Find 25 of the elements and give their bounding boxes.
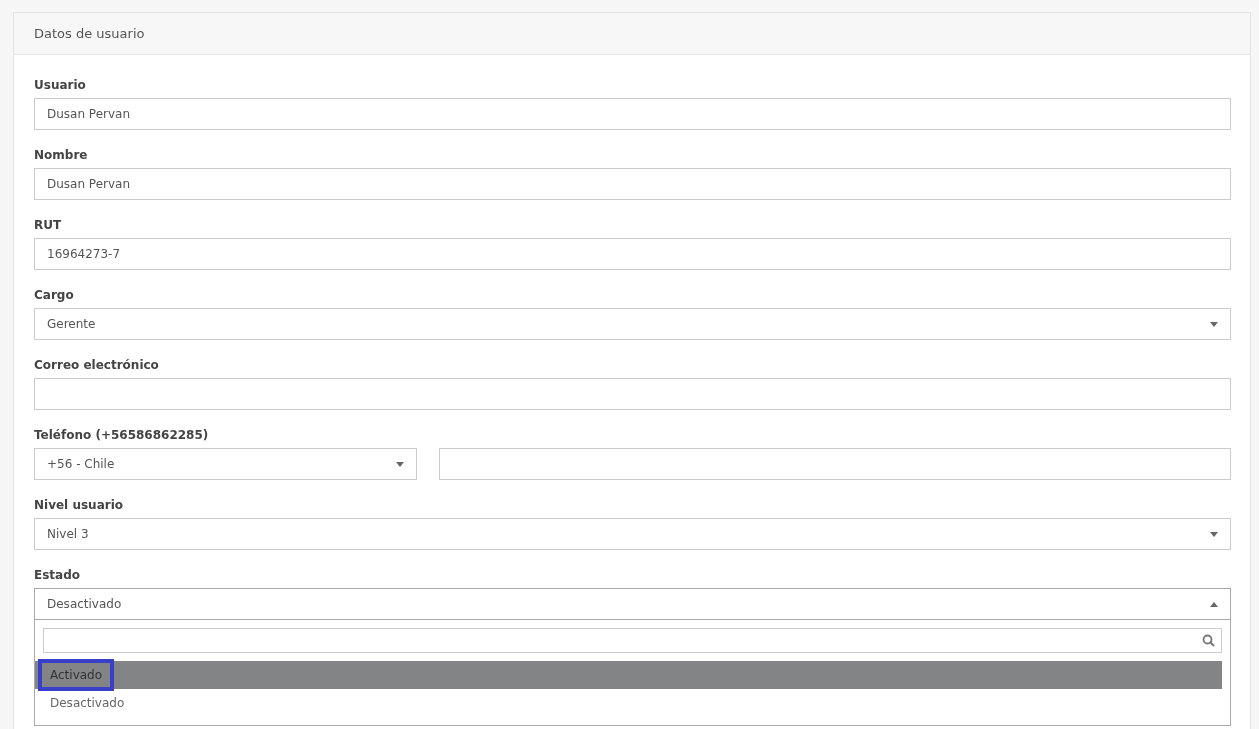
field-label: Estado [34,568,81,582]
field-label: Nivel usuario [34,498,124,512]
search-icon [1202,634,1215,647]
dropdown-option[interactable]: Desactivado [35,689,1222,717]
country-select[interactable]: +56 - Chile [34,448,417,480]
select-field[interactable]: Nivel 3 [34,518,1231,550]
field-label: Correo electrónico [34,358,160,372]
text-field[interactable]: 16964273-7 [34,238,1231,270]
field-label: RUT [34,218,63,232]
field-label: Usuario [34,78,87,92]
select-field[interactable]: Gerente [34,308,1231,340]
panel-title: Datos de usuario [34,26,145,41]
select-field[interactable]: Desactivado [34,588,1231,620]
phone-field[interactable] [439,448,1231,480]
field-label: Cargo [34,288,75,302]
text-field[interactable] [34,378,1231,410]
search-field[interactable] [43,628,1222,653]
caret-icon [1210,531,1218,537]
text-field[interactable]: Dusan Pervan [34,168,1231,200]
caret-icon [1210,321,1218,327]
field-label: Nombre [34,148,89,162]
text-field[interactable]: Dusan Pervan [34,98,1231,130]
field-label: Teléfono (+56586862285) [34,428,210,442]
caret-icon [396,461,404,467]
caret-icon [1210,601,1218,607]
